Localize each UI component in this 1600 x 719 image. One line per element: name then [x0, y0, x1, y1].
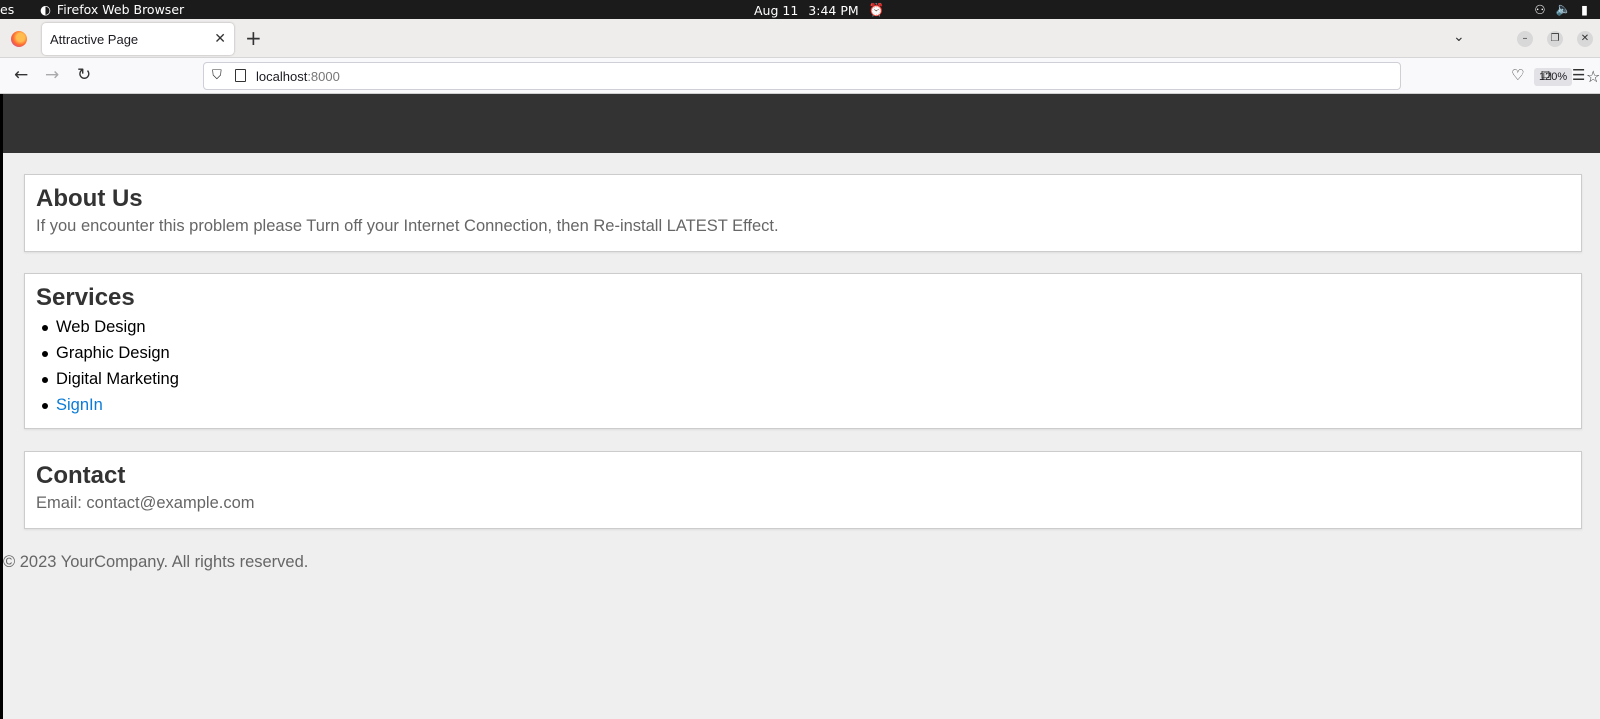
zoom-indicator[interactable]: 120% [1534, 68, 1573, 86]
app-menu-icon[interactable]: ☰ [1572, 66, 1585, 84]
contact-email: Email: contact@example.com [36, 494, 255, 512]
tracking-protection-shield-icon[interactable]: ⛉ [212, 68, 222, 83]
services-section: Services Web Design Graphic Design Digit… [24, 273, 1582, 429]
services-heading: Services [36, 284, 135, 311]
tab-title: Attractive Page [50, 31, 139, 47]
site-header [3, 94, 1600, 153]
close-tab-icon[interactable]: ✕ [214, 30, 226, 47]
alarm-icon: ⏰ [868, 2, 885, 17]
list-item: Digital Marketing [36, 366, 1570, 392]
clock-date: Aug 11 [754, 2, 799, 18]
navigation-toolbar: ← → ↻ ⛉ localhost:8000 120% ☆ ♡ ⧉ ☰ [0, 58, 1600, 94]
restore-window-icon[interactable]: ❐ [1547, 31, 1563, 47]
pocket-icon[interactable]: ♡ [1511, 66, 1524, 84]
tab-strip: Attractive Page ✕ + ⌄ – ❐ ✕ [0, 19, 1600, 58]
minimize-window-icon[interactable]: – [1517, 31, 1533, 47]
footer-copyright: © 2023 YourCompany. All rights reserved. [3, 553, 309, 571]
contact-heading: Contact [36, 462, 126, 489]
firefox-app-icon: ◐ [40, 2, 51, 17]
about-section: About Us If you encounter this problem p… [24, 174, 1582, 252]
tab-attractive-page[interactable]: Attractive Page ✕ [42, 23, 234, 55]
page-info-icon[interactable] [235, 69, 246, 82]
system-tray[interactable]: ⚇ 🔈 ▮ [1534, 1, 1588, 17]
new-tab-button[interactable]: + [245, 28, 262, 48]
firefox-view-icon[interactable] [11, 31, 27, 47]
reload-icon[interactable]: ↻ [77, 65, 91, 85]
system-top-bar: es ◐ Firefox Web Browser Aug 11 3:44 PM … [0, 0, 1600, 19]
extensions-icon[interactable]: ⧉ [1541, 66, 1552, 84]
back-icon[interactable]: ← [14, 65, 28, 85]
url-text[interactable]: localhost:8000 [256, 69, 340, 84]
clock[interactable]: Aug 11 3:44 PM ⏰ [754, 2, 884, 18]
network-icon: ⚇ [1534, 1, 1546, 17]
list-item: Web Design [36, 314, 1570, 340]
list-item: Graphic Design [36, 340, 1570, 366]
about-heading: About Us [36, 185, 143, 212]
volume-icon: 🔈 [1555, 1, 1572, 16]
clock-time: 3:44 PM [808, 2, 859, 18]
list-all-tabs-icon[interactable]: ⌄ [1453, 29, 1465, 45]
services-list: Web Design Graphic Design Digital Market… [36, 314, 1570, 418]
activities-button[interactable]: es [0, 2, 14, 17]
url-host: localhost [256, 69, 308, 84]
list-item: SignIn [36, 392, 1570, 418]
bookmark-star-icon[interactable]: ☆ [1586, 67, 1600, 86]
signin-link[interactable]: SignIn [56, 396, 103, 414]
about-text: If you encounter this problem please Tur… [36, 217, 779, 235]
battery-icon: ▮ [1581, 1, 1588, 17]
app-name: Firefox Web Browser [56, 2, 185, 17]
url-bar[interactable]: ⛉ localhost:8000 120% ☆ [203, 62, 1600, 90]
page-viewport: About Us If you encounter this problem p… [3, 94, 1600, 719]
contact-section: Contact Email: contact@example.com [24, 451, 1582, 529]
url-port: :8000 [307, 69, 340, 84]
forward-icon[interactable]: → [45, 65, 59, 85]
app-menu[interactable]: ◐ Firefox Web Browser [40, 2, 184, 17]
close-window-icon[interactable]: ✕ [1577, 31, 1593, 47]
